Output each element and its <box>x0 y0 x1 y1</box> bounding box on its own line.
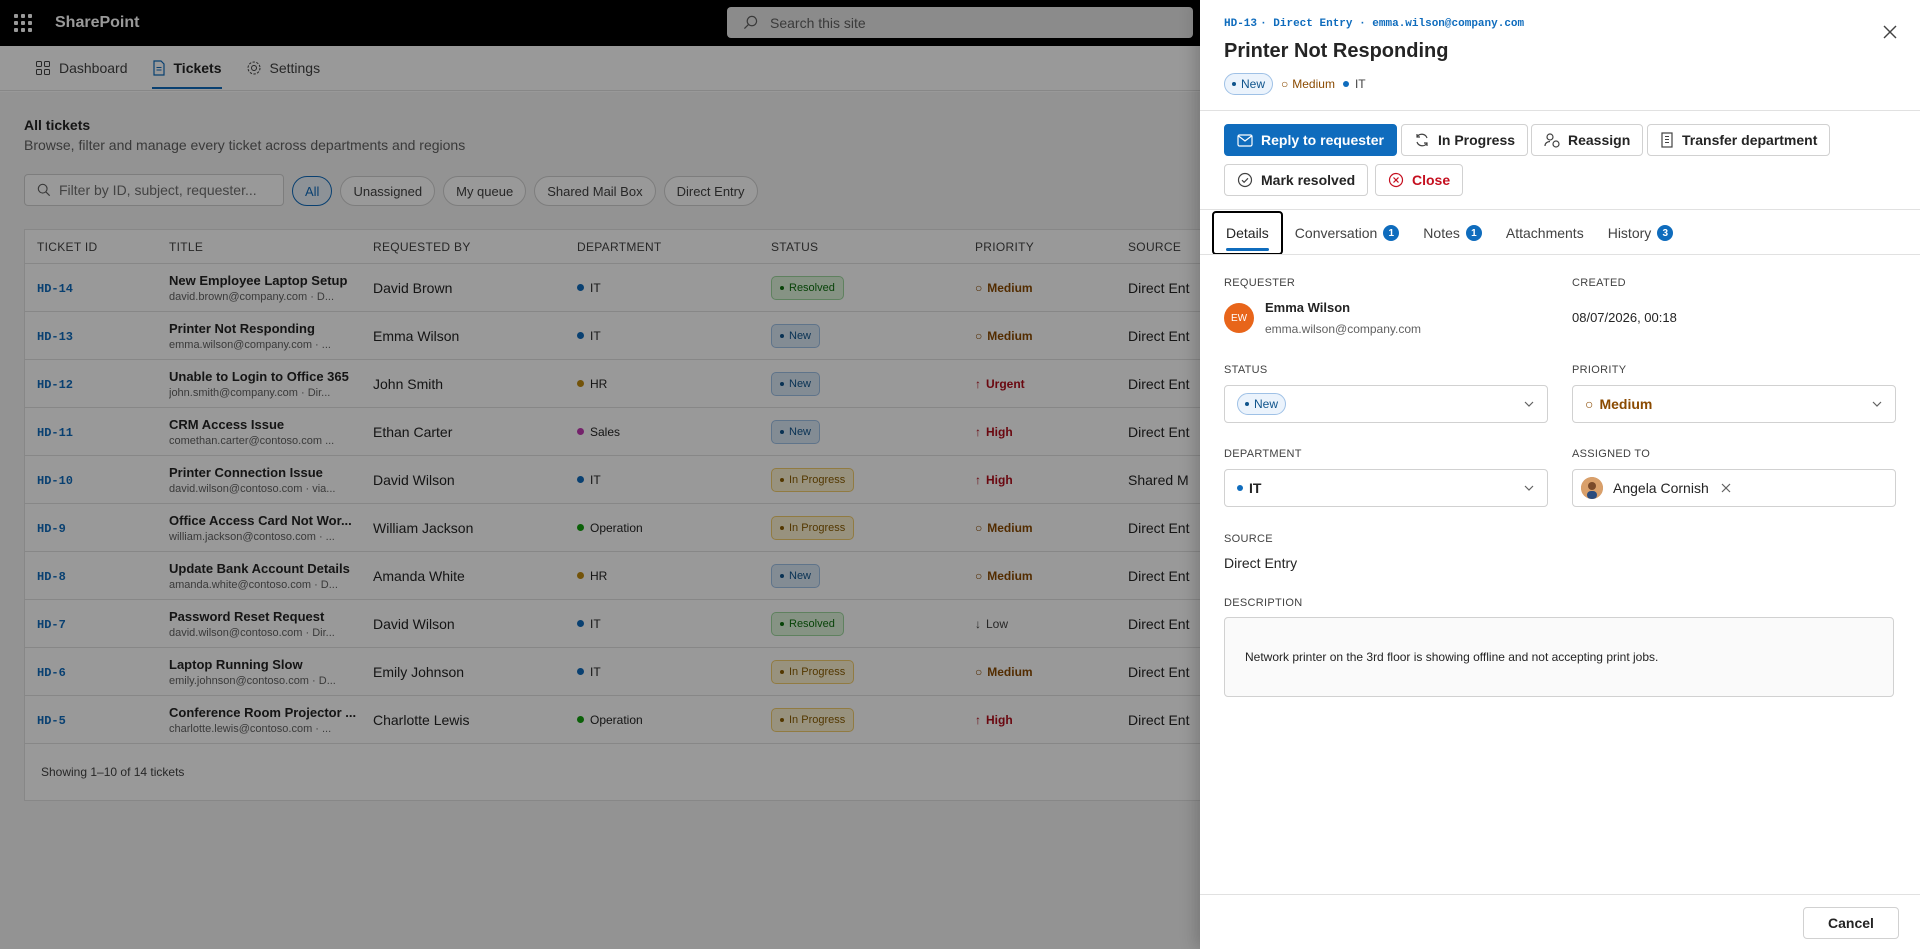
assigned-to-picker[interactable]: Angela Cornish <box>1572 469 1896 507</box>
mark-resolved-button[interactable]: Mark resolved <box>1224 164 1369 196</box>
tab-count-badge: 3 <box>1657 225 1674 241</box>
priority-medium-icon: ○ <box>1585 396 1594 412</box>
divider <box>1200 894 1920 895</box>
divider <box>1200 209 1920 210</box>
status-badge: New <box>1224 73 1274 95</box>
created-label: CREATED <box>1572 277 1626 289</box>
created-value: 08/07/2026, 00:18 <box>1572 310 1677 325</box>
department-dropdown[interactable]: IT <box>1224 469 1548 507</box>
close-icon <box>1883 25 1897 39</box>
ticket-title: Printer Not Responding <box>1224 40 1449 62</box>
refresh-icon <box>1416 133 1428 147</box>
assigned-label: ASSIGNED TO <box>1572 448 1651 460</box>
assignee-avatar <box>1581 477 1603 499</box>
tab-notes[interactable]: Notes 1 <box>1411 211 1494 255</box>
tab-details[interactable]: Details <box>1212 211 1283 255</box>
requester-label: REQUESTER <box>1224 277 1296 289</box>
priority-dropdown[interactable]: ○ Medium <box>1572 385 1896 423</box>
requester-avatar: EW <box>1224 303 1254 333</box>
cancel-button[interactable]: Cancel <box>1803 907 1899 939</box>
checkmark-circle-icon <box>1237 172 1253 188</box>
in-progress-button[interactable]: In Progress <box>1401 124 1529 156</box>
tab-attachments[interactable]: Attachments <box>1494 211 1596 255</box>
person-swap-icon <box>1544 133 1560 148</box>
remove-assignee-button[interactable] <box>1721 483 1731 493</box>
ticket-meta: HD-13 · Direct Entry · emma.wilson@compa… <box>1224 17 1524 30</box>
close-ticket-button[interactable]: Close <box>1375 164 1464 196</box>
detail-tabs: Details Conversation 1 Notes 1 Attachments… <box>1212 211 1685 255</box>
reassign-button[interactable]: Reassign <box>1531 124 1644 156</box>
description-label: DESCRIPTION <box>1224 597 1303 609</box>
department-tag: IT <box>1342 77 1366 91</box>
source-label: SOURCE <box>1224 533 1273 545</box>
ticket-meta-suffix: · Direct Entry · emma.wilson@company.com <box>1260 18 1525 30</box>
reply-to-requester-button[interactable]: Reply to requester <box>1224 124 1397 156</box>
requester-name: Emma Wilson <box>1265 300 1351 315</box>
building-icon <box>1661 132 1673 148</box>
tab-conversation[interactable]: Conversation 1 <box>1283 211 1412 255</box>
requester-email: emma.wilson@company.com <box>1265 322 1422 336</box>
chevron-down-icon <box>1524 485 1534 491</box>
close-icon <box>1721 483 1731 493</box>
priority-label: PRIORITY <box>1572 364 1627 376</box>
ticket-tags: New ○ Medium IT <box>1224 73 1366 95</box>
source-value: Direct Entry <box>1224 555 1298 571</box>
chevron-down-icon <box>1524 401 1534 407</box>
close-panel-button[interactable] <box>1880 22 1900 42</box>
ticket-detail-panel: HD-13 · Direct Entry · emma.wilson@compa… <box>1200 0 1920 949</box>
description-text: Network printer on the 3rd floor is show… <box>1224 617 1894 697</box>
ticket-id: HD-13 <box>1224 18 1258 30</box>
modal-overlay[interactable] <box>0 0 1200 949</box>
dismiss-circle-icon <box>1388 172 1404 188</box>
mail-icon <box>1237 133 1253 147</box>
chevron-down-icon <box>1872 401 1882 407</box>
tab-count-badge: 1 <box>1465 225 1482 241</box>
divider <box>1200 254 1920 255</box>
tab-count-badge: 1 <box>1383 225 1400 241</box>
department-color-dot <box>1237 485 1243 491</box>
department-label: DEPARTMENT <box>1224 448 1302 460</box>
priority-tag: ○ Medium <box>1281 77 1335 91</box>
assignee-name: Angela Cornish <box>1613 480 1709 496</box>
tab-history[interactable]: History 3 <box>1596 211 1686 255</box>
transfer-department-button[interactable]: Transfer department <box>1647 124 1831 156</box>
divider <box>1200 110 1920 111</box>
status-label: STATUS <box>1224 364 1268 376</box>
status-badge: New <box>1237 393 1287 415</box>
status-dropdown[interactable]: New <box>1224 385 1548 423</box>
